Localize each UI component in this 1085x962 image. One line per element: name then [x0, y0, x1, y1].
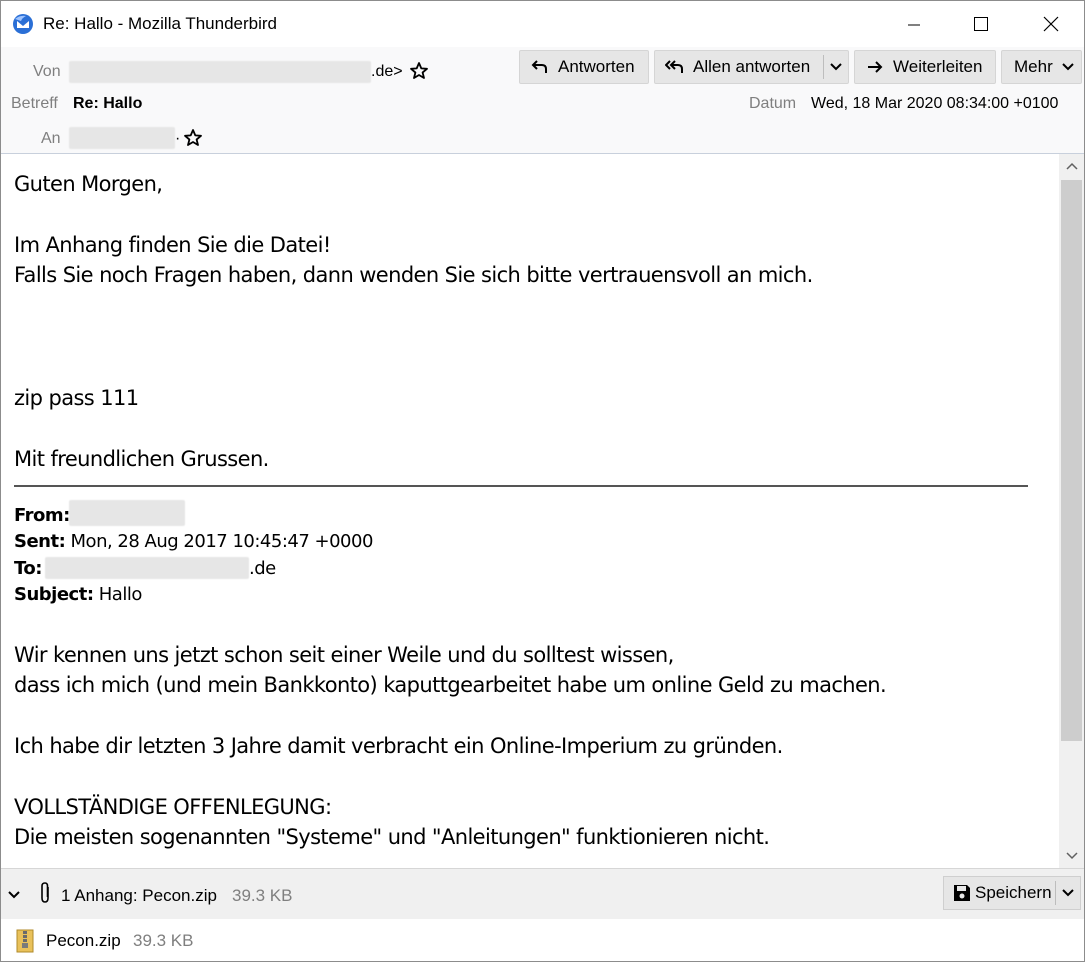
body-line: Wir kennen uns jetzt schon seit einer We… [14, 643, 674, 667]
date-label: Datum [749, 95, 797, 112]
reply-label: Antworten [558, 57, 635, 76]
thunderbird-window: Re: Hallo - Mozilla Thunderbird Von .de>… [0, 0, 1085, 962]
from-label: Von [33, 63, 61, 80]
attachment-bar: 1 Anhang: Pecon.zip 39.3 KB Speichern [1, 868, 1084, 920]
save-button[interactable]: Speichern [943, 876, 1081, 910]
more-button[interactable]: Mehr [1001, 50, 1082, 84]
body-line: Die meisten sogenannten "Systeme" und "A… [14, 825, 770, 849]
from-value[interactable]: .de> [371, 63, 403, 81]
reply-all-label: Allen antworten [693, 57, 811, 76]
save-label: Speichern [975, 883, 1052, 902]
forward-icon [865, 57, 885, 77]
reply-all-button[interactable]: Allen antworten [654, 50, 849, 84]
quoted-subject-value: Hallo [98, 584, 143, 605]
star-icon[interactable] [183, 128, 203, 148]
quoted-to-redacted [45, 557, 249, 579]
vertical-scrollbar[interactable] [1059, 154, 1084, 868]
to-label: An [41, 130, 61, 147]
attachment-item[interactable]: Pecon.zip 39.3 KB [15, 929, 215, 953]
chevron-down-icon[interactable] [1059, 844, 1084, 868]
scrollbar-thumb[interactable] [1061, 180, 1082, 741]
minimize-icon[interactable] [891, 1, 937, 47]
subject-label: Betreff [11, 95, 58, 112]
body-line: Im Anhang finden Sie die Datei! [14, 233, 331, 257]
quoted-to: To: [14, 558, 42, 579]
reply-all-icon [665, 57, 685, 77]
quoted-subject-label: Subject: [14, 584, 94, 605]
zip-file-icon [15, 929, 35, 958]
body-line: dass ich mich (und mein Bankkonto) kaput… [14, 673, 887, 697]
attachment-summary-size: 39.3 KB [232, 886, 293, 905]
forward-label: Weiterleiten [893, 57, 983, 76]
from-redacted [69, 61, 371, 83]
body-line: Ich habe dir letzten 3 Jahre damit verbr… [14, 734, 783, 758]
forward-button[interactable]: Weiterleiten [854, 50, 996, 84]
subject-value: Re: Hallo [73, 95, 143, 112]
attachment-size: 39.3 KB [133, 931, 194, 950]
paperclip-icon [37, 881, 53, 910]
quoted-sent-label: Sent: [14, 531, 66, 552]
window-title: Re: Hallo - Mozilla Thunderbird [43, 14, 278, 33]
quote-separator [14, 485, 1028, 487]
maximize-icon[interactable] [958, 1, 1004, 47]
message-header: Von .de> Antworten Allen antworten Weite… [1, 47, 1084, 154]
body-greeting: Guten Morgen, [14, 172, 163, 196]
body-line: zip pass 111 [14, 386, 139, 410]
attachment-summary[interactable]: 1 Anhang: Pecon.zip [61, 886, 217, 906]
quoted-to-label: To: [14, 558, 42, 579]
chevron-down-icon[interactable] [823, 55, 848, 79]
close-icon[interactable] [1028, 1, 1074, 47]
star-icon[interactable] [409, 61, 429, 81]
quoted-from: From: [14, 505, 70, 526]
chevron-down-icon[interactable] [7, 887, 21, 905]
quoted-to-value: .de [249, 558, 276, 579]
quoted-from-redacted [69, 500, 185, 526]
save-icon [952, 883, 972, 903]
chevron-down-icon [1061, 62, 1075, 72]
more-label: Mehr [1014, 57, 1053, 76]
body-line: Falls Sie noch Fragen haben, dann wenden… [14, 263, 813, 287]
chevron-up-icon[interactable] [1059, 154, 1084, 178]
title-bar: Re: Hallo - Mozilla Thunderbird [1, 1, 1084, 47]
reply-button[interactable]: Antworten [519, 50, 649, 84]
message-body[interactable]: Guten Morgen, Im Anhang finden Sie die D… [1, 154, 1059, 868]
chevron-down-icon[interactable] [1055, 881, 1080, 905]
quoted-from-label: From: [14, 505, 70, 526]
attachment-list: Pecon.zip 39.3 KB [1, 919, 1084, 961]
quoted-sent-value: Mon, 28 Aug 2017 10:45:47 +0000 [70, 531, 374, 552]
date-value: Wed, 18 Mar 2020 08:34:00 +0100 [811, 95, 1059, 112]
to-redacted [69, 127, 175, 149]
thunderbird-logo-icon [12, 13, 34, 35]
quoted-subject: Subject: Hallo [14, 584, 142, 605]
reply-icon [530, 57, 550, 77]
body-line: VOLLSTÄNDIGE OFFENLEGUNG: [14, 795, 332, 819]
to-value[interactable]: · [175, 130, 180, 148]
body-closing: Mit freundlichen Grussen. [14, 447, 269, 471]
quoted-sent: Sent: Mon, 28 Aug 2017 10:45:47 +0000 [14, 531, 373, 552]
attachment-name: Pecon.zip [46, 931, 121, 950]
